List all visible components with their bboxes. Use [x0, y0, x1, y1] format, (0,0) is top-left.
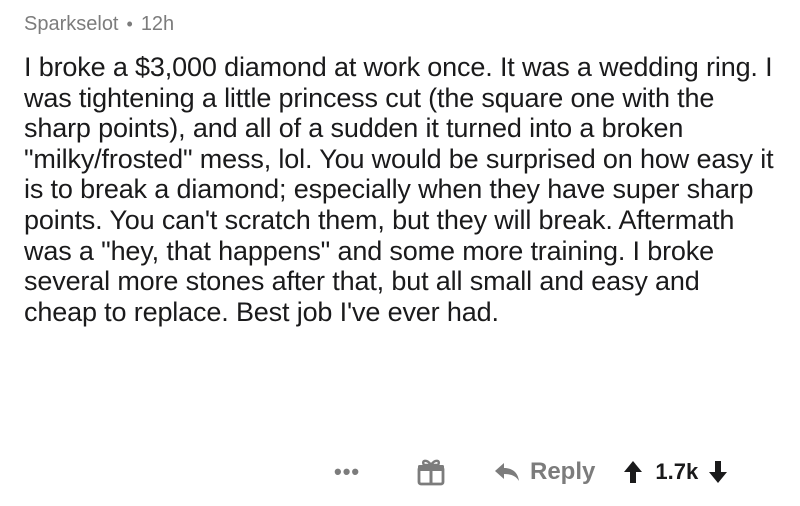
more-options-button[interactable]: ••• [334, 459, 378, 485]
comment-meta: Sparkselot • 12h [24, 8, 784, 40]
gift-icon[interactable] [416, 457, 446, 487]
upvote-arrow-icon[interactable] [623, 460, 643, 484]
reply-arrow-icon [495, 463, 519, 481]
username[interactable]: Sparkselot [24, 13, 119, 36]
comment-age[interactable]: 12h [141, 13, 174, 36]
comment-actions: ••• Reply 1.7k [334, 452, 728, 492]
vote-controls: 1.7k [623, 459, 728, 485]
vote-score: 1.7k [655, 459, 699, 484]
reply-label: Reply [530, 458, 596, 485]
comment-body: I broke a $3,000 diamond at work once. I… [24, 52, 774, 327]
reply-button[interactable]: Reply [494, 458, 595, 486]
downvote-arrow-icon[interactable] [708, 460, 728, 484]
meta-separator: • [126, 13, 133, 34]
comment: Sparkselot • 12h I broke a $3,000 diamon… [24, 8, 784, 327]
